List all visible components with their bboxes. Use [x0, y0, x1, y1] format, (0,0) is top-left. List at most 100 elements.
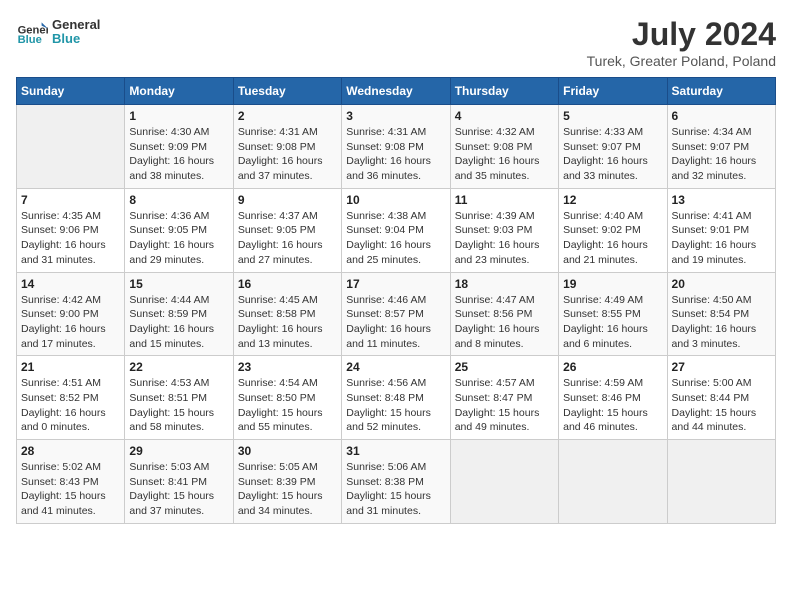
calendar-cell: 17 Sunrise: 4:46 AM Sunset: 8:57 PM Dayli… — [342, 272, 450, 356]
day-info: Sunrise: 4:49 AM Sunset: 8:55 PM Dayligh… — [563, 293, 662, 352]
day-info: Sunrise: 4:44 AM Sunset: 8:59 PM Dayligh… — [129, 293, 228, 352]
day-info: Sunrise: 4:57 AM Sunset: 8:47 PM Dayligh… — [455, 376, 554, 435]
week-row-2: 7Sunrise: 4:35 AM Sunset: 9:06 PM Daylig… — [17, 188, 776, 272]
day-info: Sunrise: 4:32 AM Sunset: 9:08 PM Dayligh… — [455, 125, 554, 184]
day-number: 3 — [346, 109, 445, 123]
day-number: 13 — [672, 193, 771, 207]
day-info: Sunrise: 4:42 AM Sunset: 9:00 PM Dayligh… — [21, 293, 120, 352]
page-subtitle: Turek, Greater Poland, Poland — [587, 53, 776, 69]
day-number: 8 — [129, 193, 228, 207]
day-info: Sunrise: 5:05 AM Sunset: 8:39 PM Dayligh… — [238, 460, 337, 519]
day-info: Sunrise: 4:45 AM Sunset: 8:58 PM Dayligh… — [238, 293, 337, 352]
calendar-cell: 21 Sunrise: 4:51 AM Sunset: 8:52 PM Dayli… — [17, 356, 125, 440]
logo: General Blue General Blue — [16, 16, 100, 48]
calendar-cell: 23 Sunrise: 4:54 AM Sunset: 8:50 PM Dayli… — [233, 356, 341, 440]
calendar-cell: 31Sunrise: 5:06 AM Sunset: 8:38 PM Dayli… — [342, 440, 450, 524]
day-number: 19 — [563, 277, 662, 291]
day-info: Sunrise: 4:40 AM Sunset: 9:02 PM Dayligh… — [563, 209, 662, 268]
day-info: Sunrise: 4:34 AM Sunset: 9:07 PM Dayligh… — [672, 125, 771, 184]
day-number: 17 — [346, 277, 445, 291]
day-number: 7 — [21, 193, 120, 207]
day-number: 20 — [672, 277, 771, 291]
week-row-5: 28 Sunrise: 5:02 AM Sunset: 8:43 PM Dayli… — [17, 440, 776, 524]
day-number: 1 — [129, 109, 228, 123]
day-info: Sunrise: 4:30 AM Sunset: 9:09 PM Dayligh… — [129, 125, 228, 184]
logo-line1: General — [52, 18, 100, 32]
calendar-cell: 13 Sunrise: 4:41 AM Sunset: 9:01 PM Dayli… — [667, 188, 775, 272]
day-info: Sunrise: 5:03 AM Sunset: 8:41 PM Dayligh… — [129, 460, 228, 519]
calendar-cell: 16 Sunrise: 4:45 AM Sunset: 8:58 PM Dayli… — [233, 272, 341, 356]
calendar-cell: 19 Sunrise: 4:49 AM Sunset: 8:55 PM Dayli… — [559, 272, 667, 356]
day-info: Sunrise: 4:59 AM Sunset: 8:46 PM Dayligh… — [563, 376, 662, 435]
day-number: 29 — [129, 444, 228, 458]
logo-icon: General Blue — [16, 16, 48, 48]
calendar-cell: 11Sunrise: 4:39 AM Sunset: 9:03 PM Dayli… — [450, 188, 558, 272]
day-info: Sunrise: 4:50 AM Sunset: 8:54 PM Dayligh… — [672, 293, 771, 352]
day-number: 30 — [238, 444, 337, 458]
calendar-cell: 22 Sunrise: 4:53 AM Sunset: 8:51 PM Dayli… — [125, 356, 233, 440]
column-header-tuesday: Tuesday — [233, 78, 341, 105]
day-info: Sunrise: 4:31 AM Sunset: 9:08 PM Dayligh… — [238, 125, 337, 184]
day-info: Sunrise: 4:41 AM Sunset: 9:01 PM Dayligh… — [672, 209, 771, 268]
calendar-cell — [17, 105, 125, 189]
day-info: Sunrise: 4:46 AM Sunset: 8:57 PM Dayligh… — [346, 293, 445, 352]
svg-text:Blue: Blue — [18, 34, 42, 46]
column-header-thursday: Thursday — [450, 78, 558, 105]
calendar-cell: 3 Sunrise: 4:31 AM Sunset: 9:08 PM Daylig… — [342, 105, 450, 189]
day-info: Sunrise: 4:53 AM Sunset: 8:51 PM Dayligh… — [129, 376, 228, 435]
calendar-cell: 15 Sunrise: 4:44 AM Sunset: 8:59 PM Dayli… — [125, 272, 233, 356]
day-number: 15 — [129, 277, 228, 291]
day-number: 9 — [238, 193, 337, 207]
week-row-3: 14Sunrise: 4:42 AM Sunset: 9:00 PM Dayli… — [17, 272, 776, 356]
day-info: Sunrise: 4:37 AM Sunset: 9:05 PM Dayligh… — [238, 209, 337, 268]
calendar-cell: 30 Sunrise: 5:05 AM Sunset: 8:39 PM Dayli… — [233, 440, 341, 524]
calendar-cell: 25 Sunrise: 4:57 AM Sunset: 8:47 PM Dayli… — [450, 356, 558, 440]
calendar-table: SundayMondayTuesdayWednesdayThursdayFrid… — [16, 77, 776, 524]
day-number: 4 — [455, 109, 554, 123]
calendar-cell: 26Sunrise: 4:59 AM Sunset: 8:46 PM Dayli… — [559, 356, 667, 440]
day-number: 6 — [672, 109, 771, 123]
calendar-cell — [667, 440, 775, 524]
calendar-cell: 28 Sunrise: 5:02 AM Sunset: 8:43 PM Dayli… — [17, 440, 125, 524]
calendar-cell: 20 Sunrise: 4:50 AM Sunset: 8:54 PM Dayli… — [667, 272, 775, 356]
day-number: 22 — [129, 360, 228, 374]
logo-line2: Blue — [52, 32, 100, 46]
day-info: Sunrise: 4:51 AM Sunset: 8:52 PM Dayligh… — [21, 376, 120, 435]
calendar-cell — [450, 440, 558, 524]
calendar-cell: 7Sunrise: 4:35 AM Sunset: 9:06 PM Daylig… — [17, 188, 125, 272]
day-info: Sunrise: 4:33 AM Sunset: 9:07 PM Dayligh… — [563, 125, 662, 184]
calendar-cell: 1 Sunrise: 4:30 AM Sunset: 9:09 PM Daylig… — [125, 105, 233, 189]
day-number: 16 — [238, 277, 337, 291]
calendar-cell: 5 Sunrise: 4:33 AM Sunset: 9:07 PM Daylig… — [559, 105, 667, 189]
calendar-cell: 18Sunrise: 4:47 AM Sunset: 8:56 PM Dayli… — [450, 272, 558, 356]
column-header-wednesday: Wednesday — [342, 78, 450, 105]
day-number: 11 — [455, 193, 554, 207]
calendar-cell — [559, 440, 667, 524]
day-info: Sunrise: 4:54 AM Sunset: 8:50 PM Dayligh… — [238, 376, 337, 435]
day-number: 21 — [21, 360, 120, 374]
page-header: General Blue General Blue July 2024 Ture… — [16, 16, 776, 69]
day-info: Sunrise: 4:31 AM Sunset: 9:08 PM Dayligh… — [346, 125, 445, 184]
logo-text: General Blue — [52, 18, 100, 47]
calendar-cell: 10Sunrise: 4:38 AM Sunset: 9:04 PM Dayli… — [342, 188, 450, 272]
day-info: Sunrise: 4:36 AM Sunset: 9:05 PM Dayligh… — [129, 209, 228, 268]
day-number: 12 — [563, 193, 662, 207]
calendar-cell: 4 Sunrise: 4:32 AM Sunset: 9:08 PM Daylig… — [450, 105, 558, 189]
day-number: 23 — [238, 360, 337, 374]
calendar-cell: 6 Sunrise: 4:34 AM Sunset: 9:07 PM Daylig… — [667, 105, 775, 189]
page-title: July 2024 — [587, 16, 776, 53]
calendar-cell: 24Sunrise: 4:56 AM Sunset: 8:48 PM Dayli… — [342, 356, 450, 440]
day-info: Sunrise: 4:56 AM Sunset: 8:48 PM Dayligh… — [346, 376, 445, 435]
day-number: 10 — [346, 193, 445, 207]
week-row-1: 1 Sunrise: 4:30 AM Sunset: 9:09 PM Daylig… — [17, 105, 776, 189]
column-header-friday: Friday — [559, 78, 667, 105]
calendar-cell: 8 Sunrise: 4:36 AM Sunset: 9:05 PM Daylig… — [125, 188, 233, 272]
day-info: Sunrise: 5:02 AM Sunset: 8:43 PM Dayligh… — [21, 460, 120, 519]
day-number: 18 — [455, 277, 554, 291]
day-number: 25 — [455, 360, 554, 374]
week-row-4: 21 Sunrise: 4:51 AM Sunset: 8:52 PM Dayli… — [17, 356, 776, 440]
column-header-sunday: Sunday — [17, 78, 125, 105]
day-number: 5 — [563, 109, 662, 123]
column-header-monday: Monday — [125, 78, 233, 105]
day-number: 28 — [21, 444, 120, 458]
